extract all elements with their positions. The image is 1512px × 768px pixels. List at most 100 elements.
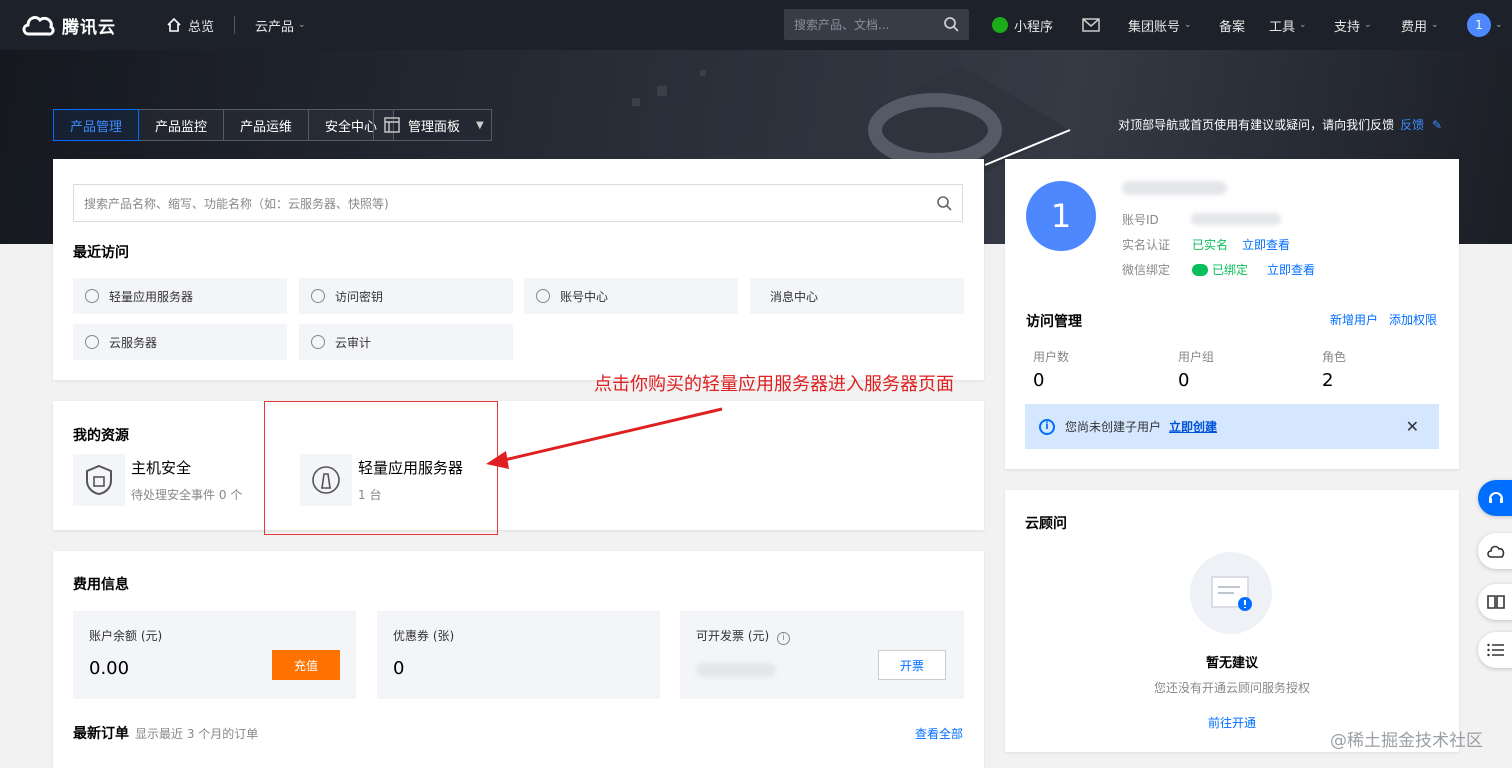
search-icon[interactable] [943, 16, 959, 32]
recent-item-label: 轻量应用服务器 [109, 289, 194, 304]
nav-support[interactable]: 支持 ⌄ [1334, 0, 1372, 50]
new-user-link[interactable]: 新增用户 [1330, 311, 1378, 328]
stat-groups[interactable]: 用户组 0 [1178, 348, 1214, 391]
coupon-box: 优惠券 (张) 0 [377, 611, 660, 699]
view-all-orders-link[interactable]: 查看全部 [915, 725, 963, 742]
invoice-value-redacted [696, 663, 776, 677]
invoice-label-row: 可开发票 (元) i [696, 627, 948, 645]
nav-tools[interactable]: 工具 ⌄ [1269, 0, 1307, 50]
wechat-status-row: 已绑定 [1192, 261, 1248, 278]
resource-host-security[interactable]: 主机安全 待处理安全事件 0 个 [73, 454, 242, 506]
nav-billing-label: 费用 [1401, 19, 1428, 35]
stat-roles[interactable]: 角色 2 [1322, 348, 1346, 391]
add-permission-link[interactable]: 添加权限 [1389, 311, 1437, 328]
product-tabs: 产品管理 产品监控 产品运维 安全中心 [53, 109, 395, 141]
create-subuser-link[interactable]: 立即创建 [1169, 418, 1217, 435]
stat-value: 2 [1322, 370, 1334, 391]
wechat-status: 已绑定 [1212, 263, 1249, 277]
recent-message-center[interactable]: 消息中心 [750, 278, 964, 314]
brand-name: 腾讯云 [62, 17, 116, 38]
recent-lighthouse[interactable]: 轻量应用服务器 [73, 278, 287, 314]
feedback-text: 对顶部导航或首页使用有建议或疑问，请向我们反馈 [1118, 118, 1395, 132]
recharge-button[interactable]: 充值 [272, 650, 340, 680]
recent-cvm[interactable]: 云服务器 [73, 324, 287, 360]
orders-subtitle: 显示最近 3 个月的订单 [135, 727, 259, 741]
coupon-value: 0 [393, 658, 405, 679]
server-icon [85, 335, 99, 349]
chevron-down-icon: ⌄ [1364, 20, 1372, 30]
tab-product-management[interactable]: 产品管理 [53, 109, 140, 141]
audit-icon [311, 335, 325, 349]
nav-products[interactable]: 云产品 ⌄ [255, 16, 306, 35]
user-avatar-menu[interactable]: 1 ⌄ [1467, 0, 1503, 50]
resource-sub: 待处理安全事件 0 个 [131, 488, 243, 502]
nav-overview-label: 总览 [188, 19, 215, 35]
resources-title: 我的资源 [73, 428, 129, 444]
notice-text: 您尚未创建子用户 [1065, 420, 1162, 434]
chevron-down-icon: ⌄ [1431, 20, 1439, 30]
search-card: 搜索产品名称、缩写、功能名称（如：云服务器、快照等) 最近访问 轻量应用服务器 … [53, 159, 984, 380]
nav-support-label: 支持 [1334, 19, 1361, 35]
advisor-empty-sub: 您还没有开通云顾问服务授权 [1153, 681, 1310, 695]
recent-item-label: 云审计 [335, 335, 372, 350]
nav-group-account[interactable]: 集团账号 ⌄ [1128, 0, 1192, 50]
realname-status: 已实名 [1192, 238, 1229, 252]
orders-header: 最新订单 显示最近 3 个月的订单 [73, 723, 258, 743]
nav-overview[interactable]: 总览 [166, 16, 214, 35]
recent-cloudaudit[interactable]: 云审计 [299, 324, 513, 360]
wechat-view-link[interactable]: 立即查看 [1267, 261, 1315, 278]
account-name-redacted [1122, 181, 1227, 195]
dashboard-icon [384, 117, 400, 133]
search-icon[interactable] [936, 195, 952, 211]
advisor-empty-title: 暂无建议 [1205, 656, 1258, 671]
tab-product-monitor[interactable]: 产品监控 [139, 109, 225, 141]
annotation-text: 点击你购买的轻量应用服务器进入服务器页面 [594, 374, 954, 395]
chevron-down-icon: ⌄ [1495, 20, 1503, 30]
chevron-down-icon: ⌄ [1299, 20, 1307, 30]
cloud-icon[interactable] [1478, 533, 1512, 569]
stat-value: 0 [1178, 370, 1190, 391]
account-avatar: 1 [1026, 181, 1096, 251]
stat-label: 用户数 [1033, 350, 1070, 364]
empty-report-icon [1190, 552, 1272, 634]
recent-item-label: 云服务器 [109, 335, 158, 350]
book-icon[interactable] [1478, 584, 1512, 620]
account-card: 1 账号ID 实名认证 已实名 立即查看 微信绑定 已绑定 立即查看 访问管理 … [1005, 159, 1459, 469]
no-subuser-notice: i 您尚未创建子用户 立即创建 ✕ [1025, 404, 1439, 449]
recent-access-key[interactable]: 访问密钥 [299, 278, 513, 314]
recent-account-center[interactable]: 账号中心 [524, 278, 738, 314]
feedback-link[interactable]: 反馈 [1400, 118, 1424, 132]
nav-billing[interactable]: 费用 ⌄ [1401, 0, 1439, 50]
stat-users[interactable]: 用户数 0 [1033, 348, 1069, 391]
fees-title: 费用信息 [73, 577, 129, 593]
nav-divider [234, 16, 236, 34]
recent-item-label: 账号中心 [560, 289, 609, 304]
tab-product-ops[interactable]: 产品运维 [224, 109, 310, 141]
brand-logo[interactable]: 腾讯云 [20, 12, 130, 38]
mail-icon[interactable] [1082, 0, 1100, 50]
customer-service-icon[interactable] [1478, 480, 1512, 516]
list-icon[interactable] [1478, 632, 1512, 668]
realname-view-link[interactable]: 立即查看 [1242, 236, 1290, 253]
stat-label: 角色 [1322, 350, 1347, 364]
info-icon[interactable]: i [777, 632, 791, 645]
nav-tools-label: 工具 [1269, 19, 1296, 35]
miniprogram-icon [992, 17, 1008, 33]
orders-title: 最新订单 [73, 726, 129, 742]
panel-select-label: 管理面板 [408, 119, 461, 135]
nav-miniprogram[interactable]: 小程序 [992, 0, 1053, 50]
edit-icon[interactable]: ✎ [1432, 118, 1442, 132]
nav-filing[interactable]: 备案 [1219, 0, 1245, 50]
invoice-button[interactable]: 开票 [878, 650, 946, 680]
close-icon[interactable]: ✕ [1406, 417, 1419, 436]
management-panel-select[interactable]: 管理面板 ▼ [373, 109, 492, 141]
fees-card: 费用信息 账户余额 (元) 0.00 充值 优惠券 (张) 0 可开发票 (元)… [53, 551, 984, 768]
nav-miniprogram-label: 小程序 [1014, 19, 1054, 35]
coupon-label: 优惠券 (张) [393, 629, 455, 643]
realname-label: 实名认证 [1122, 238, 1171, 252]
product-search-input[interactable]: 搜索产品名称、缩写、功能名称（如：云服务器、快照等) [73, 184, 963, 222]
nav-products-label: 云产品 [255, 19, 295, 35]
global-search-input[interactable]: 搜索产品、文档... [784, 9, 969, 40]
recent-item-label: 消息中心 [770, 289, 819, 304]
watermark: @稀土掘金技术社区 [1330, 731, 1483, 751]
